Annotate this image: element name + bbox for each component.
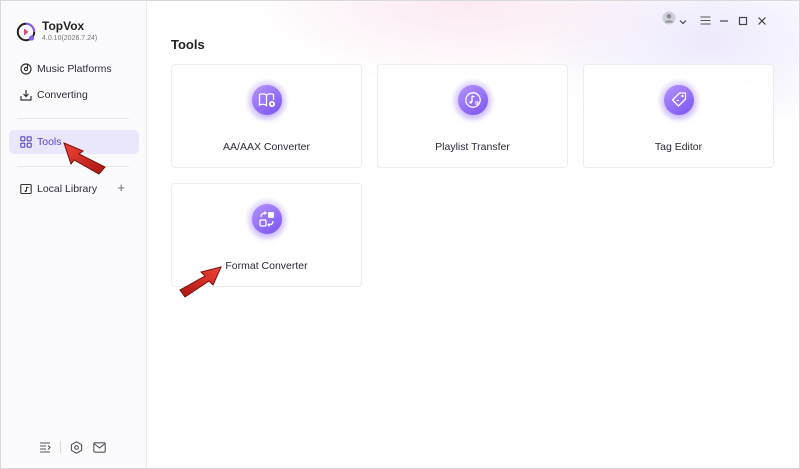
settings-hex-icon[interactable] <box>69 440 83 454</box>
sidebar-item-label: Tools <box>37 136 62 148</box>
menu-icon[interactable] <box>698 14 712 28</box>
music-disc-icon <box>20 63 32 75</box>
app-version: 4.0.10(2026.7.24) <box>42 35 98 42</box>
format-convert-icon <box>251 204 282 234</box>
tool-card-label: Tag Editor <box>654 141 703 153</box>
topvox-logo-icon <box>16 22 36 42</box>
tool-icon-halo <box>244 78 289 122</box>
tool-icon-halo <box>450 78 495 122</box>
sidebar-divider <box>17 118 129 119</box>
window-controls <box>662 11 769 30</box>
footer-divider <box>60 441 61 453</box>
pointer-arrow-icon <box>63 142 106 175</box>
app-name: TopVox <box>42 19 85 33</box>
avatar-icon <box>662 11 676 30</box>
maximize-icon[interactable] <box>736 14 750 28</box>
tool-card-label: Playlist Transfer <box>435 141 510 153</box>
sidebar-item-music-platforms[interactable]: Music Platforms <box>9 57 139 81</box>
sidebar-item-label: Local Library <box>37 183 98 195</box>
tool-icon-halo <box>656 78 701 122</box>
add-library-button[interactable]: + <box>117 181 125 194</box>
tool-card-label: AA/AAX Converter <box>223 141 310 153</box>
pointer-arrow-icon <box>179 266 222 298</box>
main-panel: Tools AA/AAX Converter Playlist Transfer <box>147 1 799 468</box>
tool-card-playlist-transfer[interactable]: Playlist Transfer <box>377 64 568 168</box>
book-convert-icon <box>251 85 282 115</box>
folder-music-icon <box>20 183 32 195</box>
page-title: Tools <box>171 37 205 52</box>
sidebar-footer <box>38 440 106 454</box>
download-tray-icon <box>20 89 32 101</box>
app-window: TopVox 4.0.10(2026.7.24) Music Platforms… <box>1 1 799 468</box>
sidebar-item-label: Music Platforms <box>37 63 112 75</box>
sidebar: TopVox 4.0.10(2026.7.24) Music Platforms… <box>1 1 147 468</box>
sidebar-item-converting[interactable]: Converting <box>9 83 139 107</box>
tool-icon-halo <box>244 197 289 241</box>
tag-icon <box>663 85 694 115</box>
minimize-icon[interactable] <box>717 14 731 28</box>
music-transfer-icon <box>457 85 488 115</box>
queue-list-icon[interactable] <box>38 440 52 454</box>
sidebar-item-label: Converting <box>37 89 88 101</box>
tool-card-tag-editor[interactable]: Tag Editor <box>583 64 774 168</box>
close-icon[interactable] <box>755 14 769 28</box>
brand: TopVox 4.0.10(2026.7.24) <box>16 19 97 42</box>
tool-card-aa-aax-converter[interactable]: AA/AAX Converter <box>171 64 362 168</box>
account-menu[interactable] <box>662 11 687 30</box>
sidebar-item-local-library[interactable]: Local Library + <box>9 177 139 201</box>
chevron-down-icon <box>679 12 687 30</box>
mail-icon[interactable] <box>92 440 106 454</box>
grid-icon <box>20 136 32 148</box>
